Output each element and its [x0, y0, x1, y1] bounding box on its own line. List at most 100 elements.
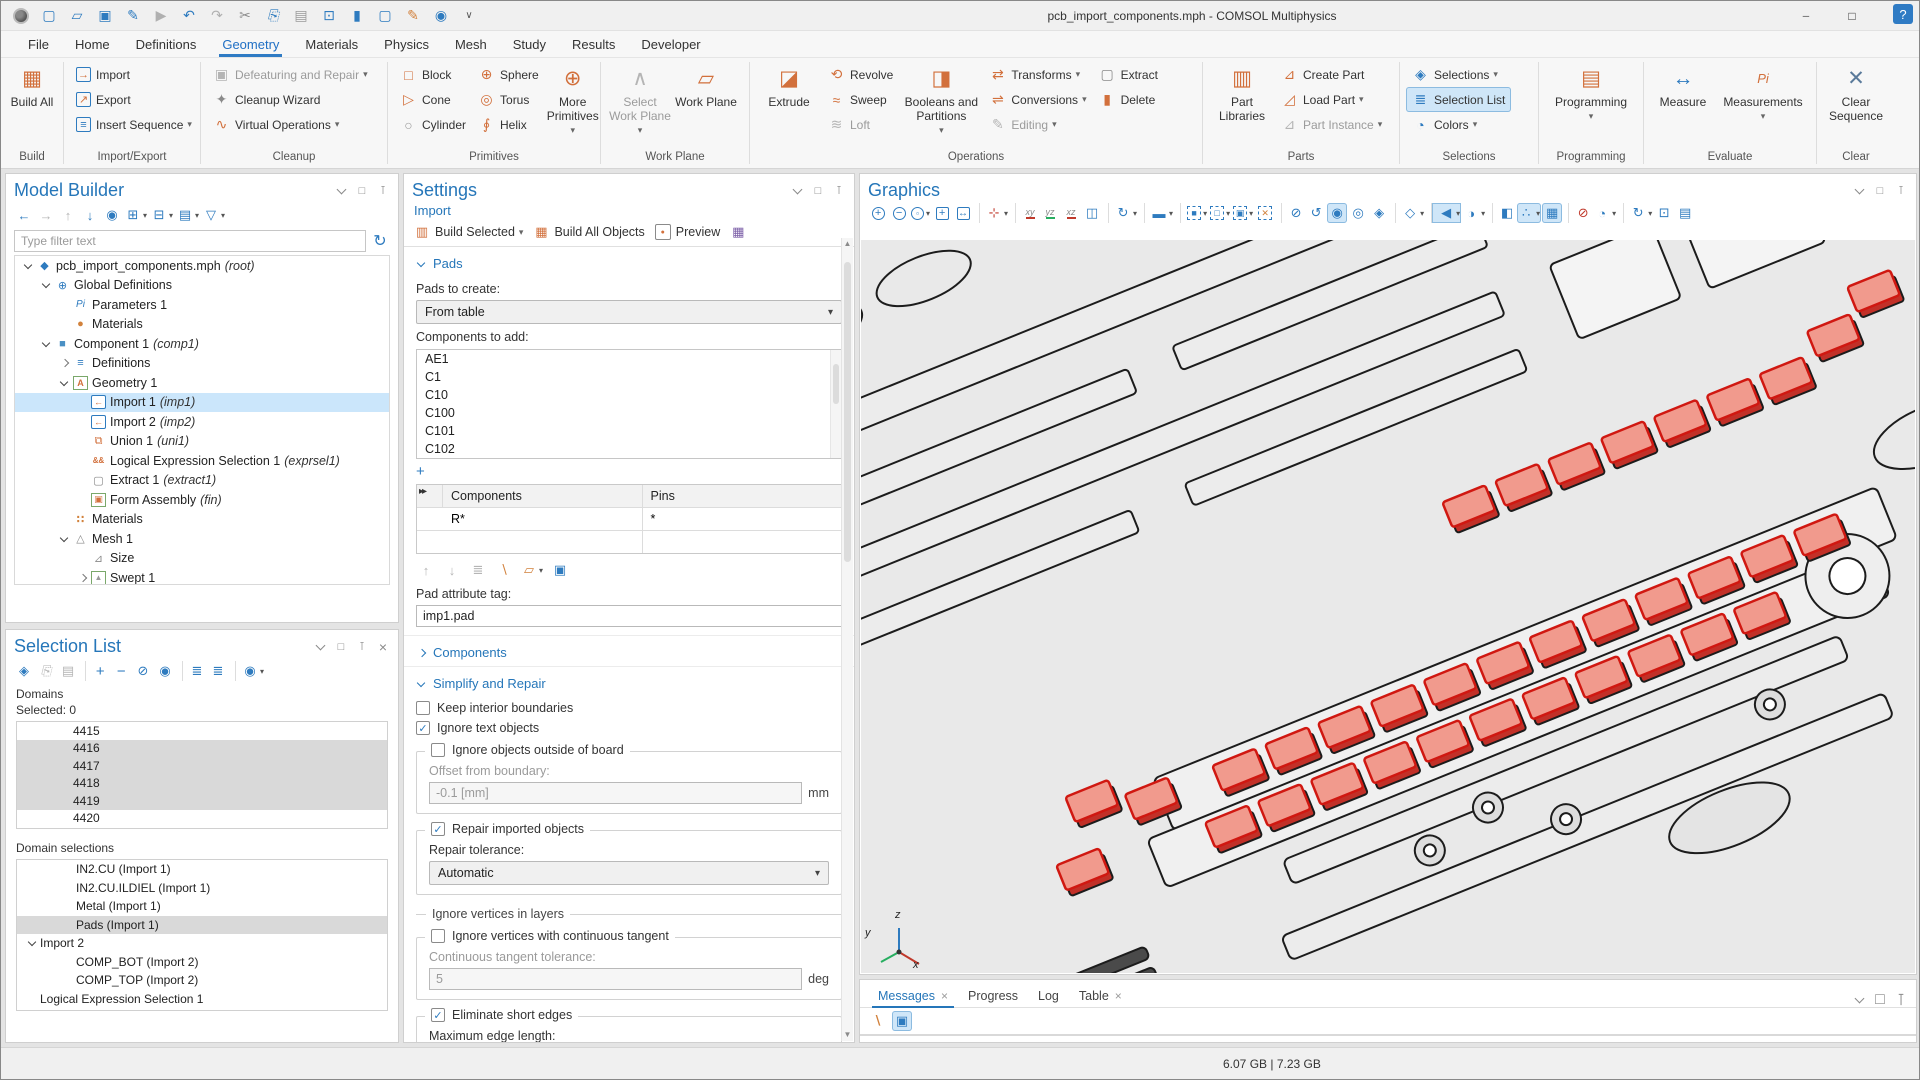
delete-button[interactable]: Delete [1093, 87, 1164, 112]
virtual-operations-button[interactable]: Virtual Operations [207, 112, 374, 137]
tree-expander-icon[interactable] [61, 918, 76, 932]
measurements-button[interactable]: Measurements [1716, 62, 1810, 125]
menu-item[interactable]: Physics [371, 31, 442, 57]
conversions-button[interactable]: Conversions [983, 87, 1092, 112]
collapse-panel-icon[interactable] [313, 640, 327, 654]
directional-light-icon[interactable] [1431, 203, 1461, 223]
load-part-button[interactable]: Load Part [1275, 87, 1388, 112]
preview-button[interactable]: Preview [655, 224, 720, 240]
settings-scrollbar[interactable]: ▲ ▼ [841, 238, 853, 1041]
create-selection-icon[interactable] [14, 661, 34, 681]
tree-item[interactable]: Parameters 1 [15, 295, 389, 315]
tree-expander-icon[interactable] [61, 862, 76, 876]
tree-item[interactable]: Mesh 1 [15, 529, 389, 549]
menu-item[interactable]: Mesh [442, 31, 500, 57]
expand-all-icon[interactable] [124, 205, 148, 225]
domain-selection-item[interactable]: IN2.CU (Import 1) [17, 860, 387, 879]
clear-messages-icon[interactable] [868, 1011, 888, 1031]
ignore-outside-board-checkbox[interactable]: Ignore objects outside of board [425, 743, 630, 757]
block-button[interactable]: Block [394, 62, 472, 87]
print-icon[interactable] [1675, 203, 1695, 223]
undo-icon[interactable] [177, 5, 201, 27]
zoom-box-icon[interactable] [910, 203, 931, 223]
tree-item[interactable]: Import 1 (imp1) [15, 393, 389, 413]
menu-item[interactable]: Study [500, 31, 559, 57]
tree-expander-icon[interactable] [39, 278, 54, 292]
export-button[interactable]: Export [70, 87, 198, 112]
close-panel-icon[interactable] [376, 640, 390, 654]
domain-item[interactable]: 4415 [17, 722, 387, 740]
tree-expander-icon[interactable] [75, 571, 90, 585]
select-box-icon[interactable] [1232, 203, 1254, 223]
tree-expander-icon[interactable] [57, 298, 72, 312]
duplicate-icon[interactable] [317, 5, 341, 27]
tree-expander-icon[interactable] [25, 936, 40, 950]
fit-window-icon[interactable] [953, 203, 973, 223]
defeaturing-repair-button[interactable]: Defeaturing and Repair [207, 62, 374, 87]
clear-sequence-button[interactable]: Clear Sequence [1823, 62, 1889, 125]
tree-expander-icon[interactable] [75, 473, 90, 487]
pin-panel-icon[interactable] [355, 640, 369, 654]
show-in-graphics-icon[interactable] [235, 661, 265, 681]
tree-expander-icon[interactable] [61, 973, 76, 987]
move-row-down-icon[interactable]: ↓ [442, 560, 462, 580]
bottom-tab[interactable]: Table [1069, 985, 1132, 1007]
tree-expander-icon[interactable] [57, 512, 72, 526]
bottom-tab[interactable]: Progress [958, 985, 1028, 1007]
import-button[interactable]: Import [70, 62, 198, 87]
transforms-button[interactable]: Transforms [983, 62, 1092, 87]
menu-item[interactable]: Geometry [209, 31, 292, 57]
graphics-3d-view[interactable]: y x z [861, 240, 1915, 973]
domain-selection-item[interactable]: IN2.CU.ILDIEL (Import 1) [17, 879, 387, 898]
domain-selection-item[interactable]: Logical Expression Selection 1 [17, 990, 387, 1009]
domain-selection-item[interactable]: COMP_TOP (Import 2) [17, 971, 387, 990]
collapse-panel-icon[interactable] [334, 184, 348, 198]
select-work-plane-button[interactable]: Select Work Plane [607, 62, 673, 139]
keep-interior-boundaries-checkbox[interactable]: Keep interior boundaries [404, 697, 854, 717]
component-item[interactable]: C102 [417, 440, 841, 458]
tree-expander-icon[interactable] [21, 259, 36, 273]
toolbar-more-icon[interactable] [457, 5, 481, 27]
domain-item[interactable]: 4419 [17, 792, 387, 810]
components-column-header[interactable]: Components [443, 485, 643, 507]
snapshot-icon[interactable] [1654, 203, 1674, 223]
add-component-button[interactable]: + [404, 461, 854, 482]
ignore-text-objects-checkbox[interactable]: Ignore text objects [404, 717, 854, 737]
build-all-objects-button[interactable]: Build All Objects [533, 224, 644, 240]
domain-selection-item[interactable]: Pads (Import 1) [17, 916, 387, 935]
run-icon[interactable] [149, 5, 173, 27]
filter-refresh-icon[interactable] [370, 231, 390, 251]
filter-icon[interactable] [202, 205, 226, 225]
tree-expander-icon[interactable] [75, 493, 90, 507]
view-hidden-icon[interactable] [1348, 203, 1368, 223]
scene-light-icon[interactable] [1462, 203, 1486, 223]
tree-expander-icon[interactable] [57, 356, 72, 370]
build-selected-button[interactable]: Build Selected [414, 224, 523, 240]
tree-expander-icon[interactable] [75, 551, 90, 565]
hide-labels-icon[interactable] [1568, 203, 1592, 223]
go-to-view-icon[interactable] [979, 203, 1009, 223]
domain-selection-item[interactable]: COMP_BOT (Import 2) [17, 953, 387, 972]
section-components[interactable]: Components [404, 635, 854, 666]
table-row[interactable] [417, 531, 841, 553]
programming-button[interactable]: Programming [1545, 62, 1637, 125]
select-domains-icon[interactable] [1180, 203, 1208, 223]
deactivate-icon[interactable] [133, 661, 153, 681]
zoom-in-icon[interactable] [868, 203, 888, 223]
nav-forward-icon[interactable] [36, 205, 56, 225]
booleans-partitions-button[interactable]: Booleans and Partitions [899, 62, 983, 139]
find-icon[interactable] [429, 5, 453, 27]
component-item[interactable]: C100 [417, 404, 841, 422]
scroll-up-icon[interactable]: ▲ [842, 238, 853, 250]
zoom-out-icon[interactable] [889, 203, 909, 223]
float-panel-icon[interactable] [334, 640, 348, 654]
list-scrollbar[interactable] [830, 350, 841, 458]
menu-item[interactable]: Definitions [123, 31, 210, 57]
tree-item[interactable]: Import 2 (imp2) [15, 412, 389, 432]
tree-expander-icon[interactable] [61, 881, 76, 895]
float-panel-icon[interactable] [355, 184, 369, 198]
selection-list-button[interactable]: Selection List [1406, 87, 1511, 112]
camera-view-icon[interactable] [1082, 203, 1102, 223]
float-panel-icon[interactable] [811, 184, 825, 198]
bottom-tab[interactable]: Messages [868, 985, 958, 1007]
